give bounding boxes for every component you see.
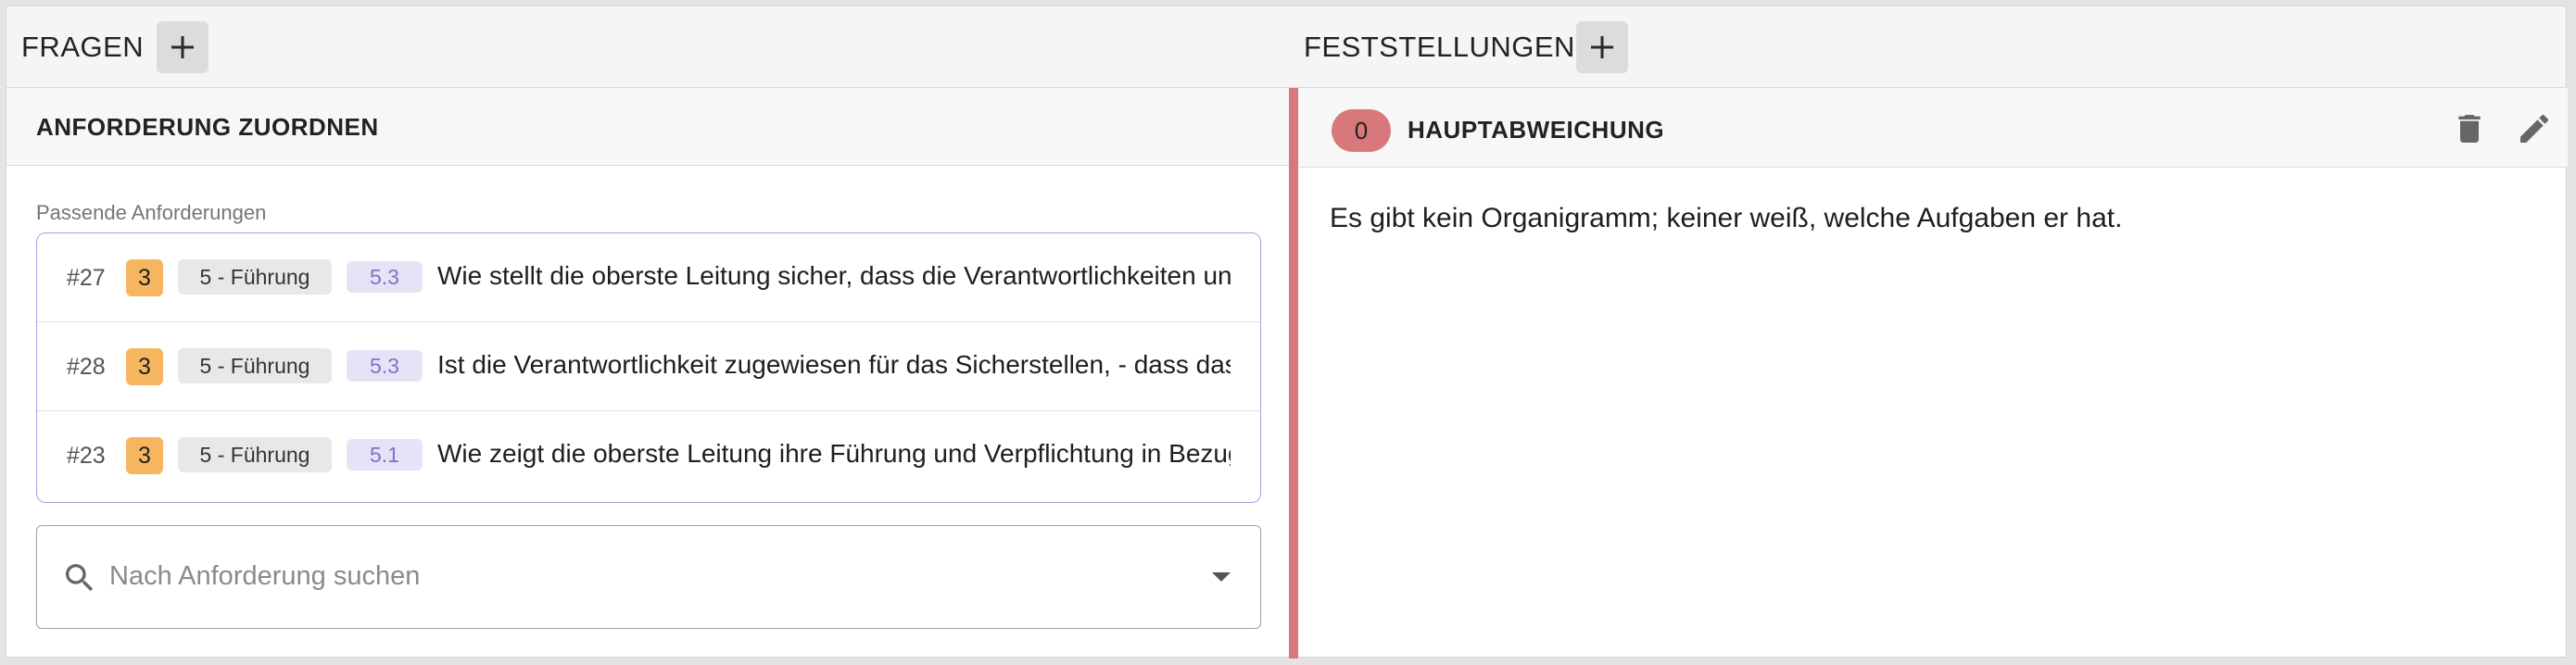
requirement-row[interactable]: #27 3 5 - Führung 5.3 Wie stellt die obe…: [37, 233, 1260, 322]
add-finding-button[interactable]: [1576, 21, 1628, 73]
edit-finding-button[interactable]: [2516, 110, 2553, 147]
audit-workspace: FRAGEN FESTSTELLUNGEN ANFORDERUNG ZUORDN…: [6, 6, 2568, 659]
finding-header: 0 HAUPTABWEICHUNG: [1298, 88, 2568, 168]
requirement-clause-chip: 5.1: [347, 439, 423, 471]
search-icon: [66, 564, 94, 592]
finding-count-badge: 0: [1332, 109, 1391, 152]
requirement-row[interactable]: #28 3 5 - Führung 5.3 Ist die Verantwort…: [37, 322, 1260, 411]
arrow-drop-down-icon[interactable]: [1210, 571, 1232, 583]
requirement-search-combobox[interactable]: [36, 525, 1261, 629]
requirement-text: Ist die Verantwortlichkeit zugewiesen fü…: [437, 350, 1231, 379]
requirement-category-chip: 5 - Führung: [178, 259, 332, 295]
finding-severity-title: HAUPTABWEICHUNG: [1408, 116, 1665, 144]
matching-requirements-list: #27 3 5 - Führung 5.3 Wie stellt die obe…: [36, 232, 1261, 503]
requirement-category-chip: 5 - Führung: [178, 437, 332, 472]
delete-finding-button[interactable]: [2451, 110, 2488, 147]
requirement-text: Wie stellt die oberste Leitung sicher, d…: [437, 261, 1231, 290]
requirement-level-badge: 3: [126, 437, 163, 474]
requirement-id: #27: [67, 265, 106, 291]
finding-description: Es gibt kein Organigramm; keiner weiß, w…: [1330, 203, 2123, 233]
requirement-category-chip: 5 - Führung: [178, 348, 332, 383]
plus-icon: [171, 36, 194, 58]
requirement-id: #28: [67, 354, 106, 380]
requirement-text: Wie zeigt die oberste Leitung ihre Führu…: [437, 439, 1231, 468]
assign-requirement-title: ANFORDERUNG ZUORDNEN: [36, 113, 379, 141]
requirement-level-badge: 3: [126, 259, 163, 296]
questions-label: FRAGEN: [21, 31, 145, 63]
top-bar: FRAGEN FESTSTELLUNGEN: [6, 6, 2566, 88]
requirement-row[interactable]: #23 3 5 - Führung 5.1 Wie zeigt die ober…: [37, 411, 1260, 500]
matching-requirements-label: Passende Anforderungen: [36, 201, 267, 224]
requirement-clause-chip: 5.3: [347, 261, 423, 293]
requirement-search-input[interactable]: [109, 554, 1184, 598]
assign-requirement-header: ANFORDERUNG ZUORDNEN: [6, 88, 1289, 166]
delete-icon: [2458, 115, 2481, 143]
findings-label: FESTSTELLUNGEN: [1304, 31, 1575, 63]
plus-icon: [1591, 36, 1613, 58]
add-question-button[interactable]: [157, 21, 208, 73]
requirement-clause-chip: 5.3: [347, 350, 423, 382]
requirement-level-badge: 3: [126, 348, 163, 385]
finding-severity-bar: [1289, 88, 1298, 659]
requirement-id: #23: [67, 443, 106, 469]
edit-icon: [2520, 114, 2549, 143]
